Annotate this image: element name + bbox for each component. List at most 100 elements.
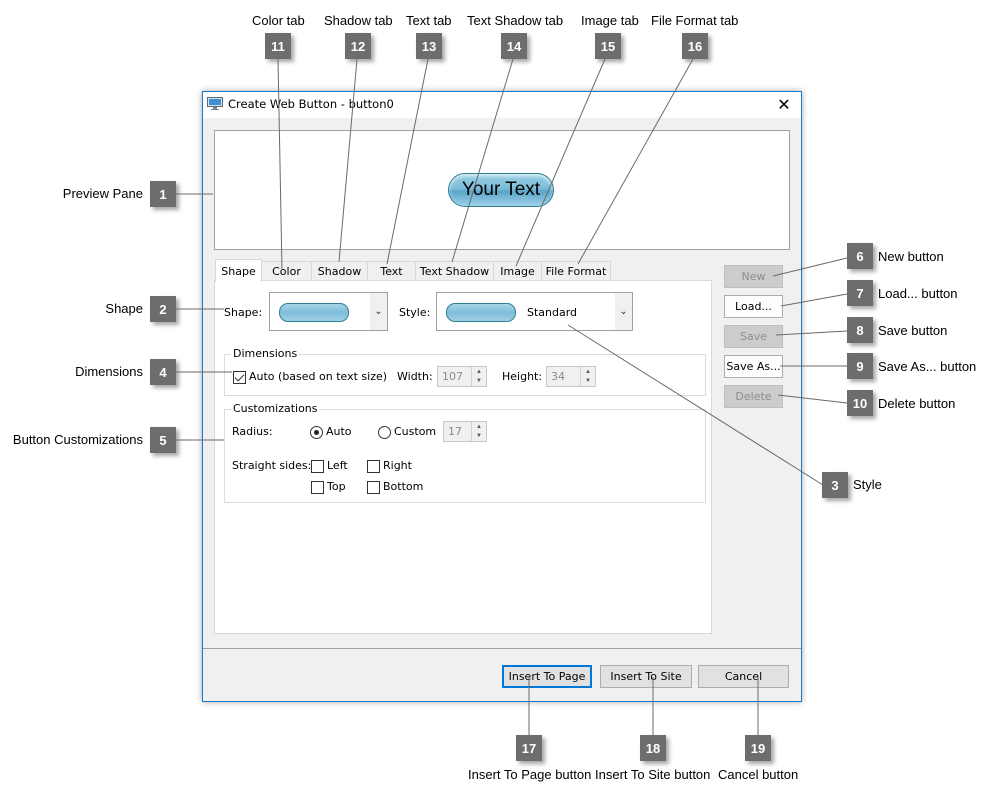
callout-badge-17: 17 <box>516 735 542 761</box>
callout-label-dimensions: Dimensions <box>75 364 143 379</box>
tab-text-shadow[interactable]: Text Shadow <box>415 261 494 281</box>
new-button-label: New <box>741 270 766 283</box>
straight-right-label: Right <box>383 459 412 472</box>
shape-dropdown[interactable]: ⌄ <box>269 292 388 331</box>
straight-right-checkbox[interactable] <box>367 460 380 473</box>
tab-file-format-label: File Format <box>545 265 607 278</box>
callout-badge-12: 12 <box>345 33 371 59</box>
callout-badge-5: 5 <box>150 427 176 453</box>
callout-badge-16: 16 <box>682 33 708 59</box>
chevron-down-icon: ⌄ <box>615 293 632 330</box>
tab-shadow-label: Shadow <box>317 265 362 278</box>
callout-label-new-button: New button <box>878 249 944 264</box>
straight-sides-label: Straight sides: <box>232 459 312 472</box>
preview-button-text: Your Text <box>461 179 541 200</box>
shape-tab-panel: Shape: ⌄ Style: Standard ⌄ Dimensions Au… <box>214 280 712 634</box>
save-as-button-label: Save As... <box>726 360 781 373</box>
insert-to-site-button[interactable]: Insert To Site <box>600 665 692 688</box>
callout-badge-4: 4 <box>150 359 176 385</box>
style-dropdown[interactable]: Standard ⌄ <box>436 292 633 331</box>
footer-separator <box>203 648 801 649</box>
straight-bottom-checkbox[interactable] <box>367 481 380 494</box>
save-button-label: Save <box>739 330 767 343</box>
callout-badge-10: 10 <box>847 390 873 416</box>
callout-label-load-button: Load... button <box>878 286 958 301</box>
callout-badge-3: 3 <box>822 472 848 498</box>
straight-top-checkbox[interactable] <box>311 481 324 494</box>
callout-label-save-as-button: Save As... button <box>878 359 977 374</box>
cancel-button[interactable]: Cancel <box>698 665 789 688</box>
callout-badge-19: 19 <box>745 735 771 761</box>
chevron-down-icon: ⌄ <box>370 293 387 330</box>
radius-spinbox[interactable]: 17 ▲ ▼ <box>443 421 487 442</box>
callout-badge-6: 6 <box>847 243 873 269</box>
delete-button[interactable]: Delete <box>724 385 783 408</box>
insert-to-page-label: Insert To Page <box>508 670 586 683</box>
callout-badge-14: 14 <box>501 33 527 59</box>
callout-label-color-tab: Color tab <box>252 13 305 28</box>
auto-size-checkbox[interactable] <box>233 371 246 384</box>
save-as-button[interactable]: Save As... <box>724 355 783 378</box>
callout-label-save-button: Save button <box>878 323 948 338</box>
load-button-label: Load... <box>735 300 772 313</box>
callout-label-text-tab: Text tab <box>406 13 452 28</box>
dimensions-group-title: Dimensions <box>231 347 300 360</box>
auto-size-label: Auto (based on text size) <box>249 370 388 383</box>
callout-badge-13: 13 <box>416 33 442 59</box>
callout-label-button-customizations: Button Customizations <box>12 432 143 447</box>
tab-image[interactable]: Image <box>493 261 542 281</box>
insert-to-page-button[interactable]: Insert To Page <box>502 665 592 688</box>
shape-label: Shape: <box>224 306 263 319</box>
delete-button-label: Delete <box>735 390 772 403</box>
height-label: Height: <box>502 370 543 383</box>
save-button[interactable]: Save <box>724 325 783 348</box>
straight-bottom-label: Bottom <box>383 480 424 493</box>
spin-down-icon[interactable]: ▼ <box>581 376 595 385</box>
tab-text-label: Text <box>380 265 403 278</box>
style-value: Standard <box>527 306 578 319</box>
radius-auto-radio[interactable] <box>310 426 323 439</box>
width-value: 107 <box>442 370 463 383</box>
tab-image-label: Image <box>500 265 535 278</box>
height-spinbox[interactable]: 34 ▲ ▼ <box>546 366 596 387</box>
callout-label-style: Style <box>853 477 882 492</box>
spin-up-icon[interactable]: ▲ <box>581 367 595 376</box>
width-spinbox[interactable]: 107 ▲ ▼ <box>437 366 487 387</box>
callout-badge-15: 15 <box>595 33 621 59</box>
preview-pane: Your Text <box>214 130 790 250</box>
tab-shape[interactable]: Shape <box>215 259 262 282</box>
callout-badge-8: 8 <box>847 317 873 343</box>
new-button[interactable]: New <box>724 265 783 288</box>
callout-label-preview-pane: Preview Pane <box>62 186 143 201</box>
spin-up-icon[interactable]: ▲ <box>472 367 486 376</box>
tab-color[interactable]: Color <box>261 261 312 281</box>
preview-web-button: Your Text <box>448 173 554 207</box>
straight-top-label: Top <box>327 480 346 493</box>
callout-badge-18: 18 <box>640 735 666 761</box>
radius-custom-radio[interactable] <box>378 426 391 439</box>
callout-label-delete-button: Delete button <box>878 396 956 411</box>
radius-auto-label: Auto <box>326 425 352 438</box>
callout-badge-9: 9 <box>847 353 873 379</box>
height-value: 34 <box>551 370 565 383</box>
tab-file-format[interactable]: File Format <box>541 261 611 281</box>
title-bar[interactable]: Create Web Button - button0 ✕ <box>203 92 801 118</box>
style-label: Style: <box>399 306 431 319</box>
spin-up-icon[interactable]: ▲ <box>472 422 486 431</box>
straight-left-checkbox[interactable] <box>311 460 324 473</box>
callout-badge-2: 2 <box>150 296 176 322</box>
callout-label-insert-to-site-button: Insert To Site button <box>595 767 711 782</box>
load-button[interactable]: Load... <box>724 295 783 318</box>
dimensions-group: Dimensions Auto (based on text size) Wid… <box>224 347 706 396</box>
close-button[interactable]: ✕ <box>773 94 795 116</box>
create-web-button-dialog: Create Web Button - button0 ✕ Your Text … <box>202 91 802 702</box>
spin-down-icon[interactable]: ▼ <box>472 376 486 385</box>
radius-label: Radius: <box>232 425 273 438</box>
tab-shadow[interactable]: Shadow <box>311 261 368 281</box>
spin-down-icon[interactable]: ▼ <box>472 431 486 440</box>
tab-text[interactable]: Text <box>367 261 416 281</box>
close-icon: ✕ <box>777 97 791 114</box>
style-preview-swatch <box>446 303 516 322</box>
shape-preview-swatch <box>279 303 349 322</box>
radius-custom-label: Custom <box>394 425 437 438</box>
